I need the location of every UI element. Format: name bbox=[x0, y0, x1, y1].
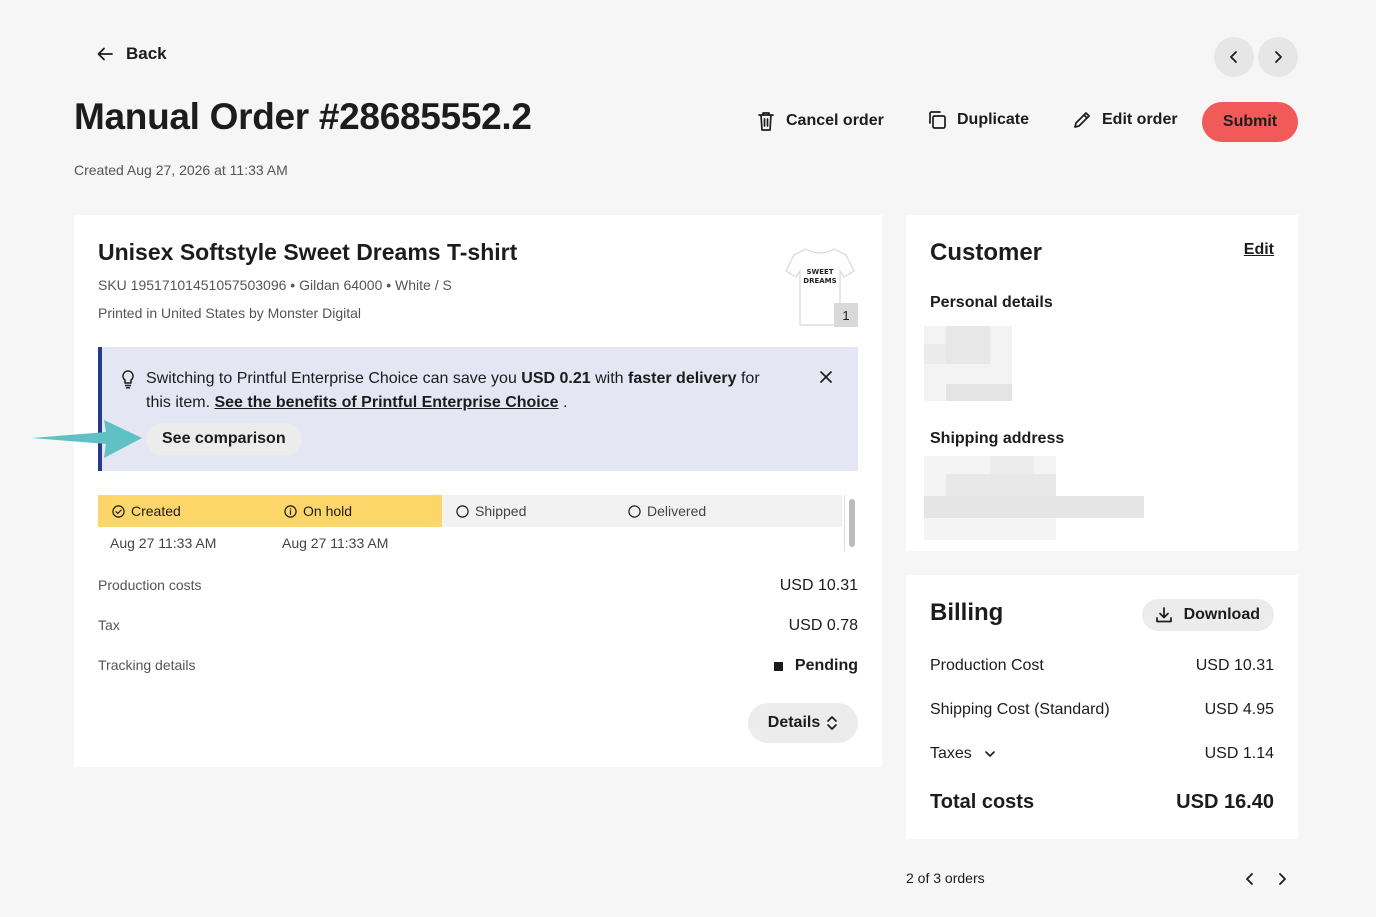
billing-panel: Billing Download Production Cost USD 10.… bbox=[906, 575, 1298, 839]
status-scrollbar[interactable] bbox=[844, 495, 858, 551]
circle-icon bbox=[628, 504, 641, 518]
chevron-left-icon bbox=[1227, 50, 1241, 64]
customer-heading: Customer bbox=[930, 239, 1043, 266]
chevron-up-down-icon bbox=[826, 715, 838, 731]
edit-order-label: Edit order bbox=[1102, 111, 1178, 128]
production-cost-label: Production Cost bbox=[930, 657, 1044, 674]
download-icon bbox=[1154, 605, 1174, 625]
status-stage-shipped: Shipped bbox=[456, 503, 526, 519]
cancel-order-button[interactable]: Cancel order bbox=[756, 110, 884, 132]
taxes-toggle[interactable]: Taxes bbox=[930, 745, 996, 763]
production-cost-value: USD 10.31 bbox=[1195, 657, 1274, 674]
enterprise-benefits-link[interactable]: See the benefits of Printful Enterprise … bbox=[214, 394, 558, 411]
personal-details-redacted bbox=[924, 326, 1012, 401]
back-label: Back bbox=[126, 44, 167, 63]
customer-panel: Customer Edit Personal details Shipping … bbox=[906, 215, 1298, 551]
production-costs-value: USD 10.31 bbox=[779, 577, 858, 594]
shipping-address-heading: Shipping address bbox=[930, 430, 1065, 447]
circle-icon bbox=[456, 504, 469, 518]
tax-value: USD 0.78 bbox=[788, 617, 858, 634]
page-title: Manual Order #28685552.2 bbox=[74, 96, 532, 137]
order-count: 2 of 3 orders bbox=[906, 870, 985, 886]
product-meta: SKU 19517101451057503096 • Gildan 64000 … bbox=[98, 277, 452, 293]
arrow-left-icon bbox=[96, 45, 114, 63]
thumbnail-text-line-2: DREAMS bbox=[803, 277, 836, 285]
status-date-on-hold: Aug 27 11:33 AM bbox=[282, 535, 389, 551]
submit-button[interactable]: Submit bbox=[1202, 102, 1298, 142]
annotation-arrow bbox=[30, 418, 144, 460]
tracking-status: Pending bbox=[773, 657, 858, 675]
status-stage-on-hold: On hold bbox=[284, 503, 352, 519]
tax-label: Tax bbox=[98, 617, 120, 633]
order-item-panel: Unisex Softstyle Sweet Dreams T-shirt SK… bbox=[74, 215, 882, 767]
billing-heading: Billing bbox=[930, 599, 1004, 626]
pencil-icon bbox=[1072, 110, 1092, 130]
check-circle-icon bbox=[112, 504, 125, 518]
status-square-icon bbox=[773, 661, 783, 671]
product-printed-by: Printed in United States by Monster Digi… bbox=[98, 305, 362, 321]
promo-message: Switching to Printful Enterprise Choice … bbox=[146, 370, 760, 411]
shipping-address-redacted bbox=[924, 456, 1144, 540]
trash-icon bbox=[756, 110, 776, 132]
close-icon[interactable] bbox=[818, 369, 834, 385]
edit-order-button[interactable]: Edit order bbox=[1072, 110, 1178, 130]
see-comparison-button[interactable]: See comparison bbox=[146, 423, 302, 455]
shipping-cost-label: Shipping Cost (Standard) bbox=[930, 701, 1110, 718]
product-title: Unisex Softstyle Sweet Dreams T-shirt bbox=[98, 239, 518, 265]
next-order-button[interactable] bbox=[1258, 37, 1298, 77]
chevron-down-icon bbox=[984, 748, 996, 760]
duplicate-icon bbox=[927, 110, 947, 130]
order-status-bar: Created On hold Shipped Delivered bbox=[98, 495, 842, 527]
quantity-badge: 1 bbox=[834, 303, 858, 327]
promo-banner: Switching to Printful Enterprise Choice … bbox=[98, 347, 858, 471]
chevron-right-icon bbox=[1271, 50, 1285, 64]
duplicate-button[interactable]: Duplicate bbox=[927, 110, 1029, 130]
back-link[interactable]: Back bbox=[96, 44, 167, 64]
production-costs-label: Production costs bbox=[98, 577, 202, 593]
total-costs-label: Total costs bbox=[930, 791, 1035, 813]
lightbulb-icon bbox=[120, 369, 136, 389]
cancel-order-label: Cancel order bbox=[786, 112, 884, 129]
duplicate-label: Duplicate bbox=[957, 111, 1030, 128]
total-costs-value: USD 16.40 bbox=[1176, 791, 1274, 813]
details-button[interactable]: Details bbox=[748, 703, 858, 743]
chevron-right-icon[interactable] bbox=[1275, 871, 1289, 887]
shipping-cost-value: USD 4.95 bbox=[1204, 701, 1274, 718]
download-button[interactable]: Download bbox=[1141, 599, 1274, 631]
scrollbar-thumb[interactable] bbox=[849, 499, 855, 547]
personal-details-heading: Personal details bbox=[930, 294, 1053, 311]
status-stage-created: Created bbox=[112, 503, 181, 519]
thumbnail-text-line-1: SWEET bbox=[806, 268, 833, 276]
info-circle-icon bbox=[284, 504, 297, 518]
previous-order-button[interactable] bbox=[1214, 37, 1254, 77]
chevron-left-icon[interactable] bbox=[1243, 871, 1257, 887]
status-date-created: Aug 27 11:33 AM bbox=[110, 535, 217, 551]
taxes-value: USD 1.14 bbox=[1204, 745, 1274, 762]
customer-edit-link[interactable]: Edit bbox=[1244, 241, 1274, 259]
created-timestamp: Created Aug 27, 2026 at 11:33 AM bbox=[74, 162, 288, 178]
status-stage-delivered: Delivered bbox=[628, 503, 706, 519]
tracking-details-label: Tracking details bbox=[98, 657, 196, 673]
